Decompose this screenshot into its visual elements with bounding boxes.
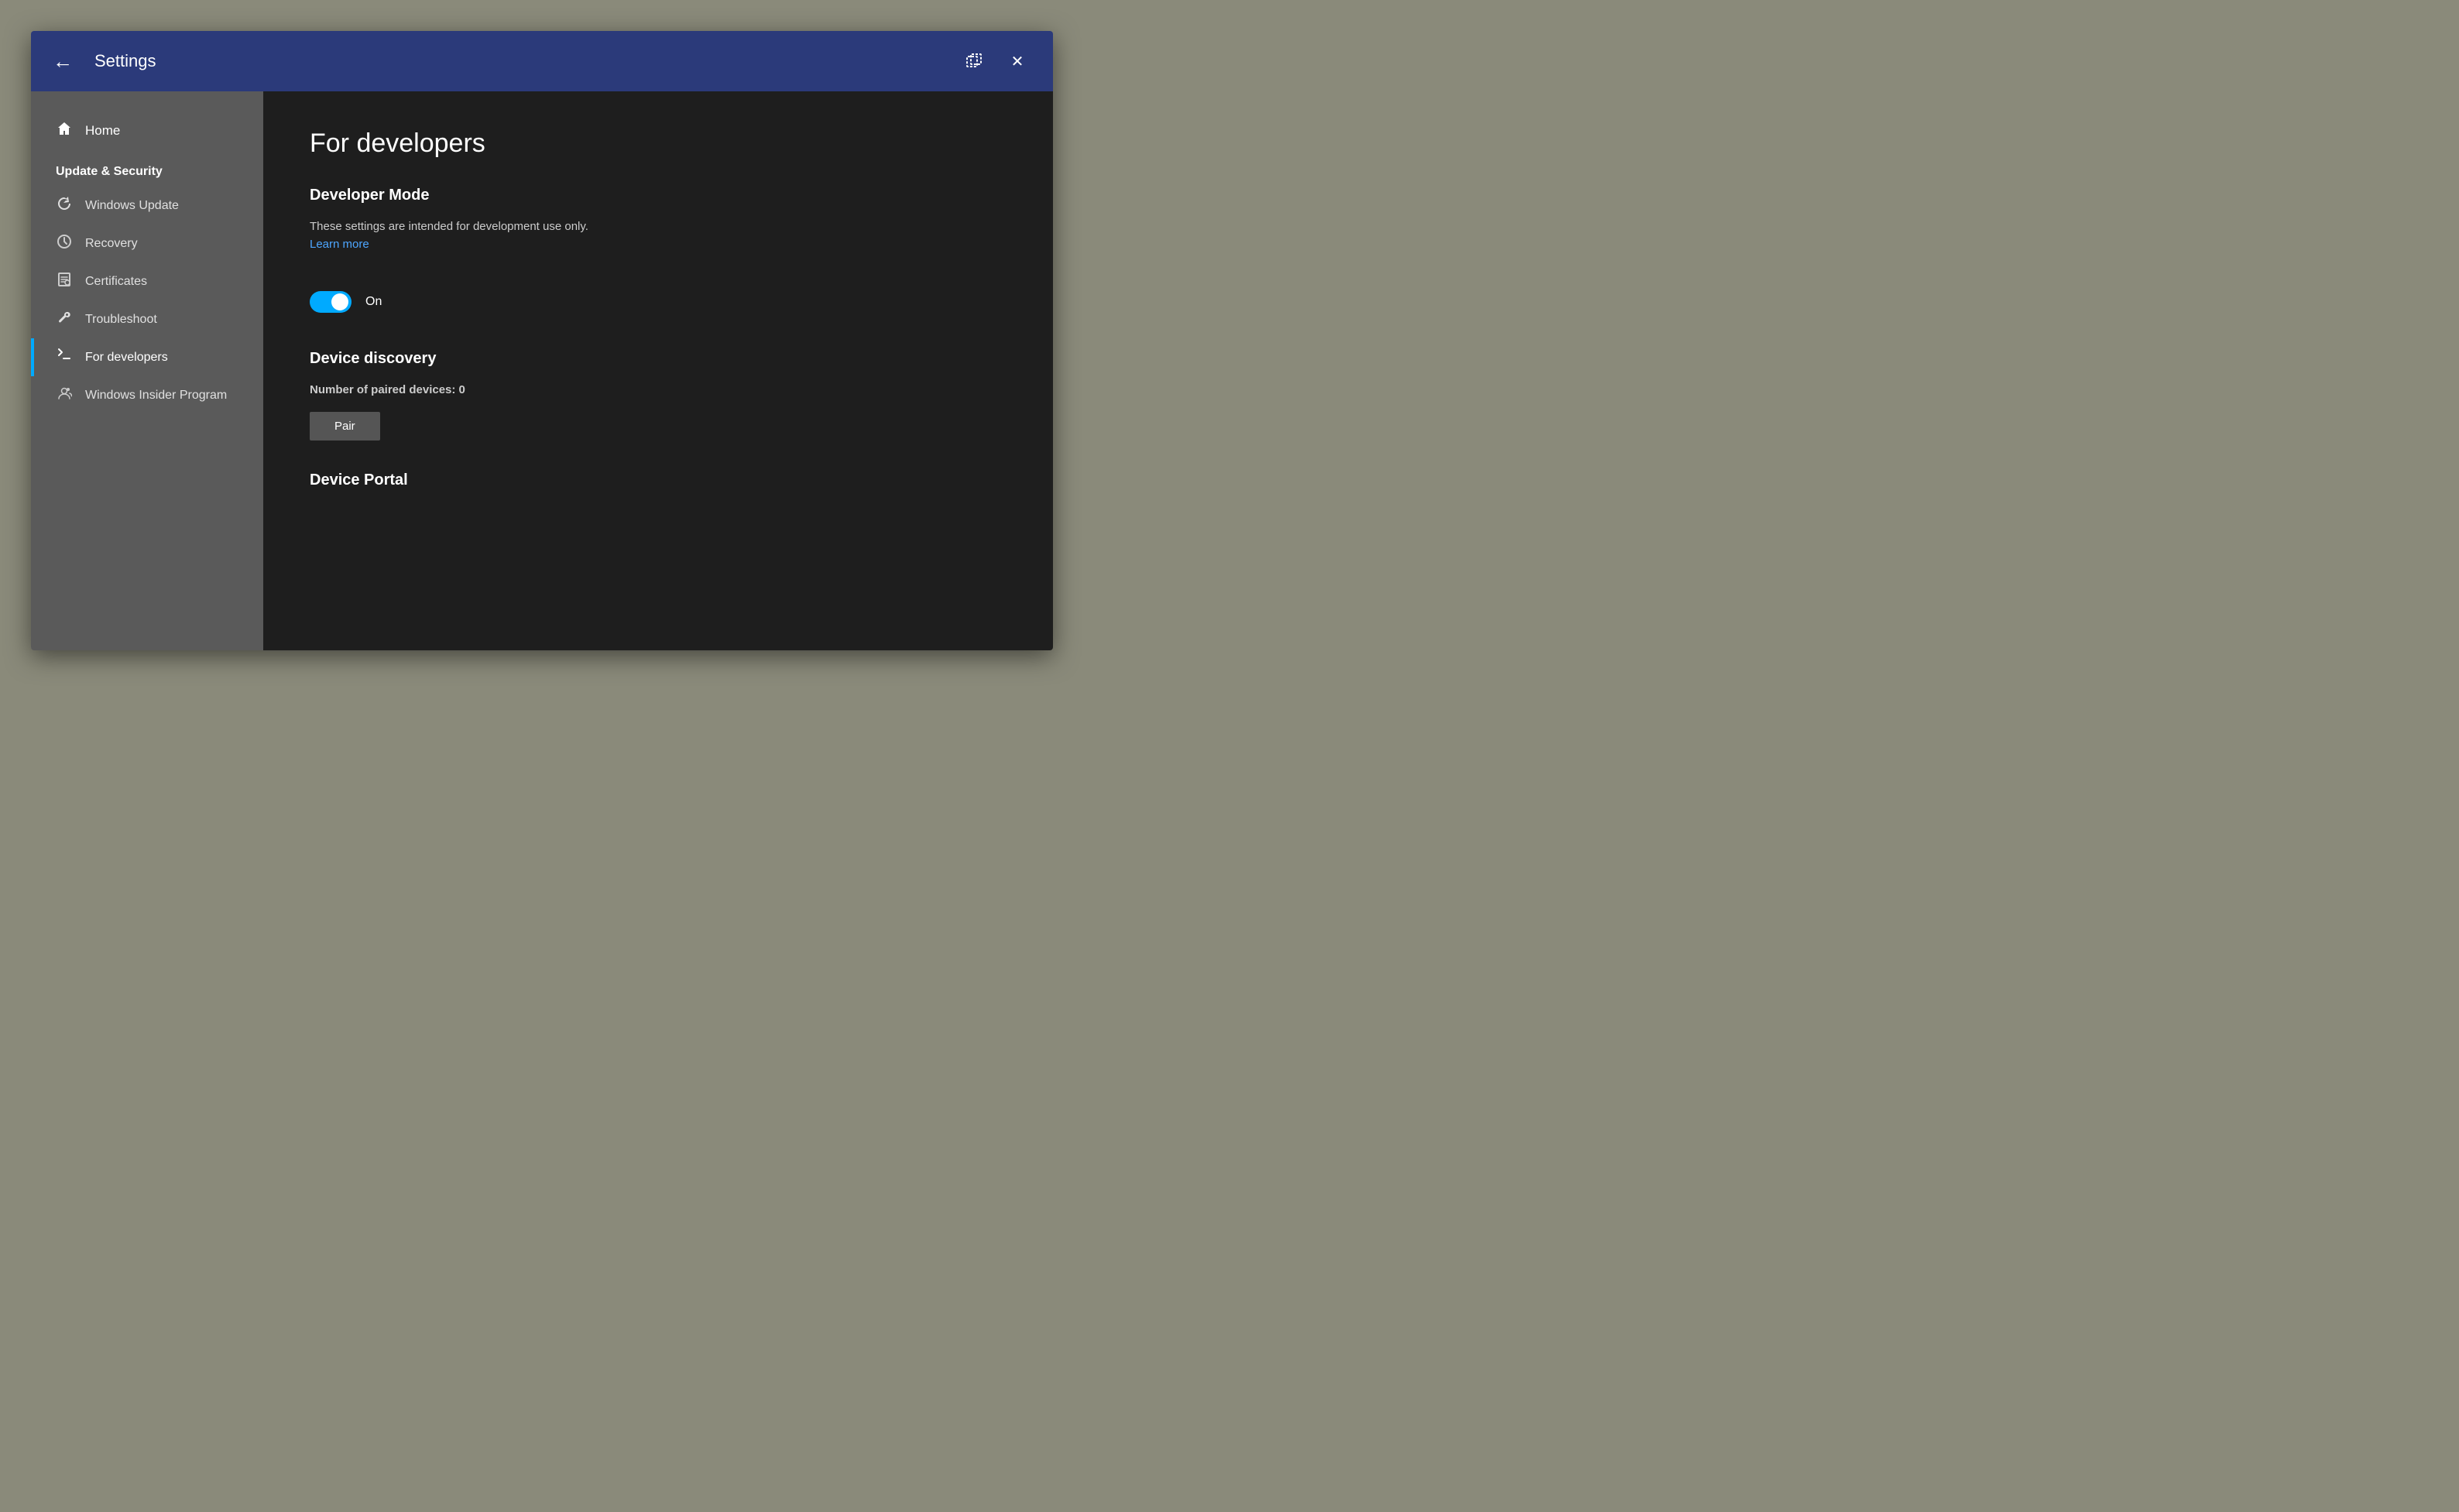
- developer-mode-title: Developer Mode: [310, 187, 1007, 204]
- titlebar-controls: ✕: [960, 47, 1031, 75]
- developer-mode-toggle-row: On: [310, 291, 1007, 313]
- sidebar-item-label: Windows Update: [85, 199, 179, 213]
- sidebar-item-home[interactable]: Home: [31, 110, 263, 151]
- home-icon: [56, 121, 73, 140]
- window-body: Home Update & Security Windows Update: [31, 91, 1053, 650]
- troubleshoot-icon: [56, 310, 73, 329]
- settings-window: ← Settings ✕ Home: [31, 31, 1053, 650]
- insider-icon: [56, 386, 73, 405]
- certificates-icon: [56, 272, 73, 291]
- sidebar-item-windows-insider[interactable]: Windows Insider Program: [31, 376, 263, 414]
- sidebar-section-title: Update & Security: [31, 151, 263, 187]
- sidebar-item-recovery[interactable]: Recovery: [31, 225, 263, 262]
- restore-button[interactable]: [960, 47, 988, 75]
- titlebar: ← Settings ✕: [31, 31, 1053, 91]
- device-discovery-title: Device discovery: [310, 350, 1007, 368]
- pair-button[interactable]: Pair: [310, 412, 380, 441]
- device-portal-section: Device Portal: [310, 471, 1007, 489]
- sidebar-item-label: Recovery: [85, 237, 138, 251]
- paired-devices-text: Number of paired devices: 0: [310, 383, 1007, 396]
- sidebar-item-label: Windows Insider Program: [85, 389, 227, 403]
- developers-icon: [56, 348, 73, 367]
- learn-more-link[interactable]: Learn more: [310, 238, 369, 251]
- page-title: For developers: [310, 129, 1007, 159]
- titlebar-title: Settings: [94, 51, 960, 71]
- developer-mode-description: These settings are intended for developm…: [310, 220, 1007, 233]
- update-icon: [56, 196, 73, 215]
- sidebar-item-label: Troubleshoot: [85, 313, 157, 327]
- sidebar-item-for-developers[interactable]: For developers: [31, 338, 263, 376]
- toggle-state-label: On: [365, 295, 382, 309]
- toggle-knob: [331, 293, 348, 310]
- restore-icon: [965, 53, 983, 70]
- sidebar-item-label: For developers: [85, 351, 168, 365]
- close-button[interactable]: ✕: [1003, 47, 1031, 75]
- main-content: For developers Developer Mode These sett…: [263, 91, 1053, 650]
- back-button[interactable]: ←: [53, 50, 73, 74]
- developer-mode-toggle[interactable]: [310, 291, 352, 313]
- device-discovery-section: Device discovery Number of paired device…: [310, 350, 1007, 441]
- device-portal-title: Device Portal: [310, 471, 1007, 489]
- sidebar-home-label: Home: [85, 123, 120, 139]
- sidebar: Home Update & Security Windows Update: [31, 91, 263, 650]
- sidebar-item-certificates[interactable]: Certificates: [31, 262, 263, 300]
- sidebar-item-troubleshoot[interactable]: Troubleshoot: [31, 300, 263, 338]
- sidebar-item-windows-update[interactable]: Windows Update: [31, 187, 263, 225]
- developer-mode-section: Developer Mode These settings are intend…: [310, 187, 1007, 313]
- sidebar-item-label: Certificates: [85, 275, 147, 289]
- recovery-icon: [56, 234, 73, 253]
